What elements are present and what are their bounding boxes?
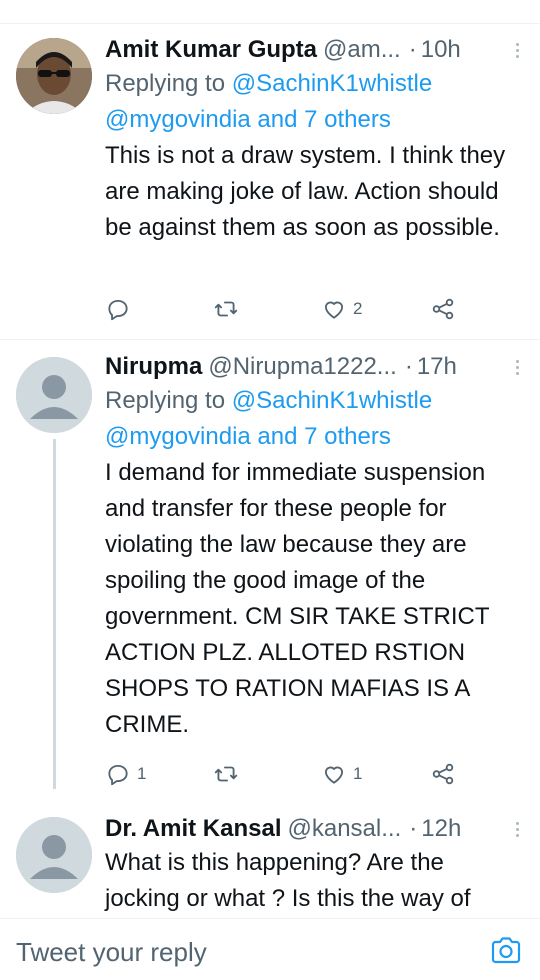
replying-to: Replying to @SachinK1whistle @mygovindia… [105, 66, 524, 138]
heart-icon [324, 766, 344, 784]
retweet-icon [214, 301, 238, 317]
reply-input[interactable]: Tweet your reply [16, 937, 207, 968]
separator-dot: · [409, 815, 418, 842]
tweet-reply[interactable]: Amit Kumar Gupta @am... · 10h Replying t… [0, 24, 540, 340]
retweet-icon [214, 766, 238, 782]
like-count: 1 [353, 764, 363, 783]
avatar[interactable] [16, 817, 92, 893]
replying-to-label: Replying to [105, 70, 232, 97]
tweet-header: Nirupma @Nirupma1222... · 17h [105, 351, 524, 383]
share-button[interactable] [430, 296, 456, 322]
reply-composer: Tweet your reply [0, 918, 540, 980]
display-name[interactable]: Amit Kumar Gupta [105, 36, 317, 64]
retweet-button[interactable] [213, 296, 239, 322]
tweet-header: Dr. Amit Kansal @kansal... · 12h [105, 813, 524, 845]
more-options-icon[interactable] [510, 357, 524, 379]
avatar[interactable] [16, 38, 92, 114]
retweet-button[interactable] [213, 761, 239, 787]
user-handle[interactable]: @kansal... [288, 815, 402, 843]
tweet-text: This is not a draw system. I think they … [105, 142, 506, 241]
default-avatar-icon [16, 817, 92, 893]
tweet-text: I demand for immediate suspension and tr… [105, 459, 490, 738]
timestamp[interactable]: 17h [417, 353, 457, 381]
reply-icon [108, 764, 128, 786]
camera-icon[interactable] [490, 935, 522, 965]
timestamp[interactable]: 12h [421, 815, 461, 843]
replying-to: Replying to @SachinK1whistle @mygovindia… [105, 383, 524, 455]
like-button[interactable]: 2 [321, 296, 362, 322]
share-button[interactable] [430, 761, 456, 787]
tweet-actions: 2 [105, 296, 455, 326]
replying-to-label: Replying to [105, 387, 232, 414]
user-handle[interactable]: @am... [323, 36, 401, 64]
tweet-reply[interactable]: Dr. Amit Kansal @kansal... · 12h What is… [0, 793, 540, 918]
thread-connector [53, 439, 56, 789]
tweet-text: What is this happening? Are the jocking … [105, 849, 471, 912]
more-options-icon[interactable] [510, 819, 524, 841]
display-name[interactable]: Nirupma [105, 353, 202, 381]
tweet-actions: 1 1 [105, 761, 455, 791]
others-link[interactable]: @mygovindia and 7 others [105, 106, 391, 133]
separator-dot: · [408, 36, 417, 63]
tweet-header: Amit Kumar Gupta @am... · 10h [105, 34, 524, 66]
reply-icon [108, 299, 128, 321]
default-avatar-icon [16, 357, 92, 433]
more-options-icon[interactable] [510, 40, 524, 62]
share-icon [432, 763, 454, 785]
reply-button[interactable] [105, 296, 137, 322]
top-divider [0, 0, 540, 24]
mention-link[interactable]: @SachinK1whistle [232, 70, 432, 97]
share-icon [432, 298, 454, 320]
reply-button[interactable]: 1 [105, 761, 146, 787]
user-handle[interactable]: @Nirupma1222... [208, 353, 396, 381]
user-photo [16, 38, 92, 114]
mention-link[interactable]: @SachinK1whistle [232, 387, 432, 414]
others-link[interactable]: @mygovindia and 7 others [105, 423, 391, 450]
heart-icon [324, 301, 344, 319]
avatar[interactable] [16, 357, 92, 433]
reply-count: 1 [137, 764, 147, 783]
like-count: 2 [353, 299, 363, 318]
tweet-reply[interactable]: Nirupma @Nirupma1222... · 17h Replying t… [0, 341, 540, 793]
timestamp[interactable]: 10h [421, 36, 461, 64]
display-name[interactable]: Dr. Amit Kansal [105, 815, 282, 843]
like-button[interactable]: 1 [321, 761, 362, 787]
separator-dot: · [404, 353, 413, 380]
